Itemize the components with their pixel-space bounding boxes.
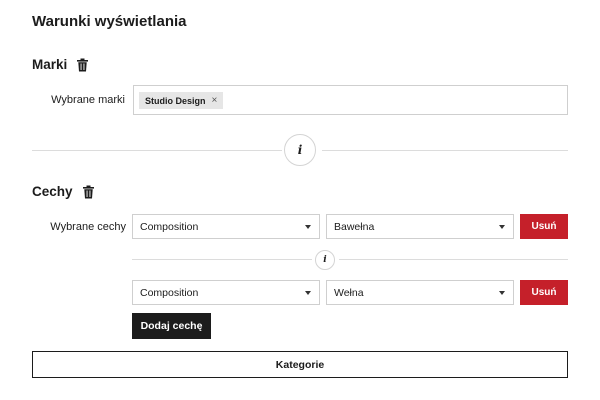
features-heading: Cechy xyxy=(32,184,73,199)
features-section-header: Cechy xyxy=(32,184,95,199)
value-select-value: Wełna xyxy=(334,286,364,299)
trash-icon[interactable] xyxy=(82,185,95,199)
trash-icon[interactable] xyxy=(76,58,89,72)
attribute-select-value: Composition xyxy=(140,286,199,299)
divider xyxy=(32,150,282,151)
value-select-value: Bawełna xyxy=(334,220,375,233)
brands-heading: Marki xyxy=(32,57,68,72)
selected-features-label: Wybrane cechy xyxy=(50,221,126,233)
remove-chip-icon[interactable]: × xyxy=(212,95,218,106)
selected-brands-label: Wybrane marki xyxy=(51,94,125,106)
remove-feature-button[interactable]: Usuń xyxy=(520,280,568,305)
divider xyxy=(322,150,568,151)
attribute-select[interactable]: Composition xyxy=(132,214,320,239)
info-glyph: i xyxy=(297,143,303,157)
info-icon[interactable]: i xyxy=(315,250,335,270)
remove-feature-button[interactable]: Usuń xyxy=(520,214,568,239)
chevron-down-icon xyxy=(499,291,505,295)
info-icon[interactable]: i xyxy=(284,134,316,166)
chevron-down-icon xyxy=(305,291,311,295)
attribute-select[interactable]: Composition xyxy=(132,280,320,305)
divider xyxy=(339,259,568,260)
attribute-select-value: Composition xyxy=(140,220,199,233)
info-glyph: i xyxy=(323,255,327,265)
add-feature-button[interactable]: Dodaj cechę xyxy=(132,313,211,339)
brands-tag-input[interactable]: Studio Design × xyxy=(133,85,568,115)
brand-chip: Studio Design × xyxy=(139,92,224,109)
brands-section-header: Marki xyxy=(32,57,89,72)
page-title: Warunki wyświetlania xyxy=(32,13,187,30)
chevron-down-icon xyxy=(305,225,311,229)
value-select[interactable]: Wełna xyxy=(326,280,514,305)
value-select[interactable]: Bawełna xyxy=(326,214,514,239)
chevron-down-icon xyxy=(499,225,505,229)
divider xyxy=(132,259,312,260)
brand-chip-label: Studio Design xyxy=(145,95,206,106)
categories-button[interactable]: Kategorie xyxy=(32,351,568,378)
